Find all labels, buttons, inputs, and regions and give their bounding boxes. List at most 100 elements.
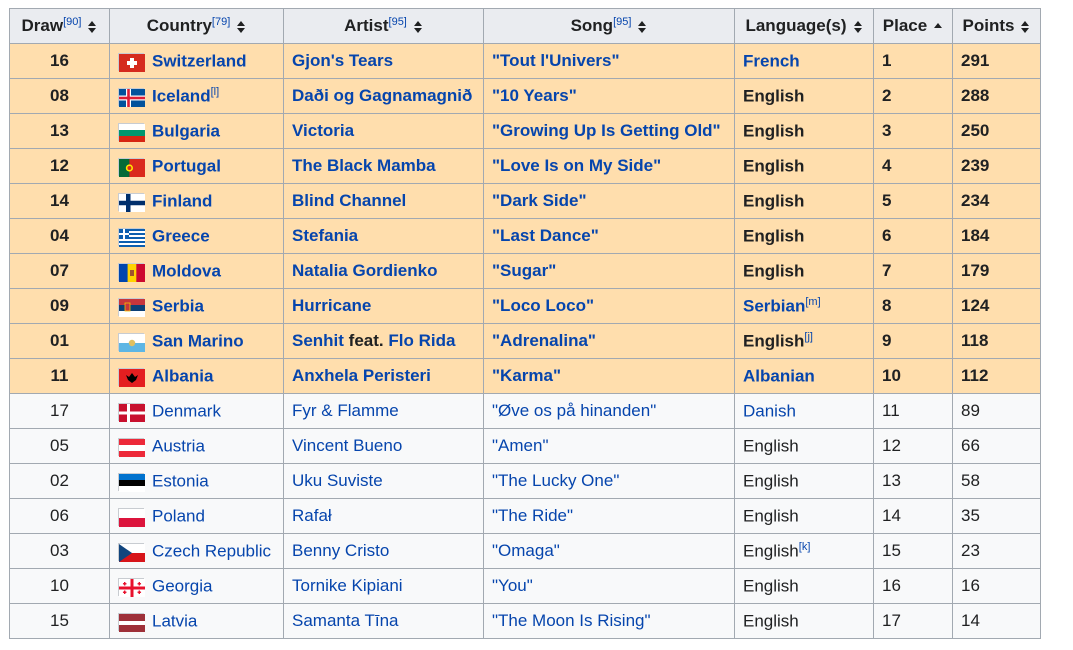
- column-header-country[interactable]: Country[79]: [109, 8, 284, 44]
- sort-icon[interactable]: [87, 20, 97, 34]
- language-text[interactable]: Albanian: [743, 366, 815, 385]
- artist-cell: Vincent Bueno: [283, 428, 484, 464]
- artist-link[interactable]: Samanta Tīna: [292, 611, 398, 630]
- reference-link[interactable]: [m]: [805, 296, 820, 308]
- country-link[interactable]: Moldova: [152, 261, 221, 280]
- reference-link[interactable]: [95]: [613, 16, 631, 28]
- column-header-place[interactable]: Place: [873, 8, 953, 44]
- song-link[interactable]: "You": [492, 576, 533, 595]
- table-row: 05 Austria Vincent Bueno "Amen" English 12 66: [9, 428, 1041, 464]
- artist-link[interactable]: Hurricane: [292, 296, 371, 315]
- sort-icon[interactable]: [236, 20, 246, 34]
- table-row: 06 Poland Rafał "The Ride" English 14 35: [9, 498, 1041, 534]
- artist-link[interactable]: Senhit: [292, 331, 344, 350]
- artist-cell: Daði og Gagnamagnið: [283, 78, 484, 114]
- reference-link[interactable]: [l]: [211, 86, 220, 98]
- song-link[interactable]: "Karma": [492, 366, 561, 385]
- country-link[interactable]: Serbia: [152, 296, 204, 315]
- song-link[interactable]: "10 Years": [492, 86, 577, 105]
- artist-link[interactable]: Daði og Gagnamagnið: [292, 86, 472, 105]
- draw-cell: 13: [9, 113, 110, 149]
- column-header-languages[interactable]: Language(s): [734, 8, 874, 44]
- sort-icon[interactable]: [1020, 20, 1030, 34]
- austria-flag-icon: [118, 437, 145, 457]
- artist-cell: Tornike Kipiani: [283, 568, 484, 604]
- artist-link[interactable]: Benny Cristo: [292, 541, 389, 560]
- place-cell: 1: [873, 43, 953, 79]
- column-header-draw[interactable]: Draw[90]: [9, 8, 110, 44]
- country-link[interactable]: Iceland: [152, 86, 211, 105]
- country-link[interactable]: Bulgaria: [152, 121, 220, 140]
- song-link[interactable]: "Sugar": [492, 261, 556, 280]
- reference-link[interactable]: [j]: [804, 331, 813, 343]
- country-cell: Finland: [109, 183, 284, 219]
- country-link[interactable]: Switzerland: [152, 51, 246, 70]
- country-link[interactable]: Latvia: [152, 611, 197, 630]
- artist-link[interactable]: The Black Mamba: [292, 156, 436, 175]
- artist-link[interactable]: Victoria: [292, 121, 354, 140]
- language-cell: English[j]: [734, 323, 874, 359]
- reference-link[interactable]: [79]: [212, 16, 230, 28]
- sort-icon[interactable]: [413, 20, 423, 34]
- artist-link[interactable]: Stefania: [292, 226, 358, 245]
- artist-link[interactable]: Rafał: [292, 506, 332, 525]
- country-link[interactable]: Estonia: [152, 471, 209, 490]
- artist-link[interactable]: Fyr & Flamme: [292, 401, 399, 420]
- country-link[interactable]: Poland: [152, 506, 205, 525]
- song-link[interactable]: "Loco Loco": [492, 296, 594, 315]
- country-link[interactable]: Georgia: [152, 576, 212, 595]
- song-link[interactable]: "The Ride": [492, 506, 573, 525]
- column-header-song[interactable]: Song[95]: [483, 8, 735, 44]
- artist-cell: Natalia Gordienko: [283, 253, 484, 289]
- artist-link[interactable]: Anxhela Peristeri: [292, 366, 431, 385]
- song-link[interactable]: "The Lucky One": [492, 471, 619, 490]
- country-link[interactable]: San Marino: [152, 331, 244, 350]
- column-header-points[interactable]: Points: [952, 8, 1041, 44]
- artist-link[interactable]: Tornike Kipiani: [292, 576, 403, 595]
- song-link[interactable]: "Omaga": [492, 541, 560, 560]
- country-link[interactable]: Albania: [152, 366, 213, 385]
- language-text: English: [743, 156, 805, 176]
- artist-link[interactable]: Natalia Gordienko: [292, 261, 437, 280]
- sort-ascending-icon[interactable]: [933, 20, 943, 34]
- country-cell: San Marino: [109, 323, 284, 359]
- column-header-artist[interactable]: Artist[95]: [283, 8, 484, 44]
- country-link[interactable]: Portugal: [152, 156, 221, 175]
- song-link[interactable]: "Growing Up Is Getting Old": [492, 121, 721, 140]
- points-cell: 234: [952, 183, 1041, 219]
- song-link[interactable]: "Øve os på hinanden": [492, 401, 656, 420]
- artist-link[interactable]: Vincent Bueno: [292, 436, 402, 455]
- featured-artist-link[interactable]: Flo Rida: [388, 331, 455, 350]
- reference-link[interactable]: [k]: [799, 541, 811, 553]
- song-link[interactable]: "The Moon Is Rising": [492, 611, 651, 630]
- song-link[interactable]: "Dark Side": [492, 191, 587, 210]
- song-link[interactable]: "Adrenalina": [492, 331, 596, 350]
- place-cell: 9: [873, 323, 953, 359]
- song-link[interactable]: "Tout l'Univers": [492, 51, 620, 70]
- song-cell: "The Lucky One": [483, 463, 735, 499]
- reference-link[interactable]: [90]: [63, 16, 81, 28]
- artist-link[interactable]: Blind Channel: [292, 191, 406, 210]
- song-link[interactable]: "Love Is on My Side": [492, 156, 661, 175]
- language-text[interactable]: Serbian: [743, 296, 805, 315]
- language-text[interactable]: Danish: [743, 401, 796, 420]
- reference-link[interactable]: [95]: [389, 16, 407, 28]
- language-text[interactable]: French: [743, 51, 800, 70]
- sort-icon[interactable]: [637, 20, 647, 34]
- country-link[interactable]: Finland: [152, 191, 212, 210]
- artist-cell: Hurricane: [283, 288, 484, 324]
- artist-link[interactable]: Gjon's Tears: [292, 51, 393, 70]
- points-cell: 250: [952, 113, 1041, 149]
- song-link[interactable]: "Amen": [492, 436, 548, 455]
- table-row: 04 Greece Stefania "Last Dance" English 6 184: [9, 218, 1041, 254]
- country-link[interactable]: Greece: [152, 226, 210, 245]
- country-cell: Greece: [109, 218, 284, 254]
- country-link[interactable]: Czech Republic: [152, 541, 271, 560]
- draw-cell: 16: [9, 43, 110, 79]
- artist-link[interactable]: Uku Suviste: [292, 471, 383, 490]
- country-cell: Denmark: [109, 393, 284, 429]
- sort-icon[interactable]: [853, 20, 863, 34]
- country-link[interactable]: Austria: [152, 436, 205, 455]
- song-link[interactable]: "Last Dance": [492, 226, 599, 245]
- country-link[interactable]: Denmark: [152, 401, 221, 420]
